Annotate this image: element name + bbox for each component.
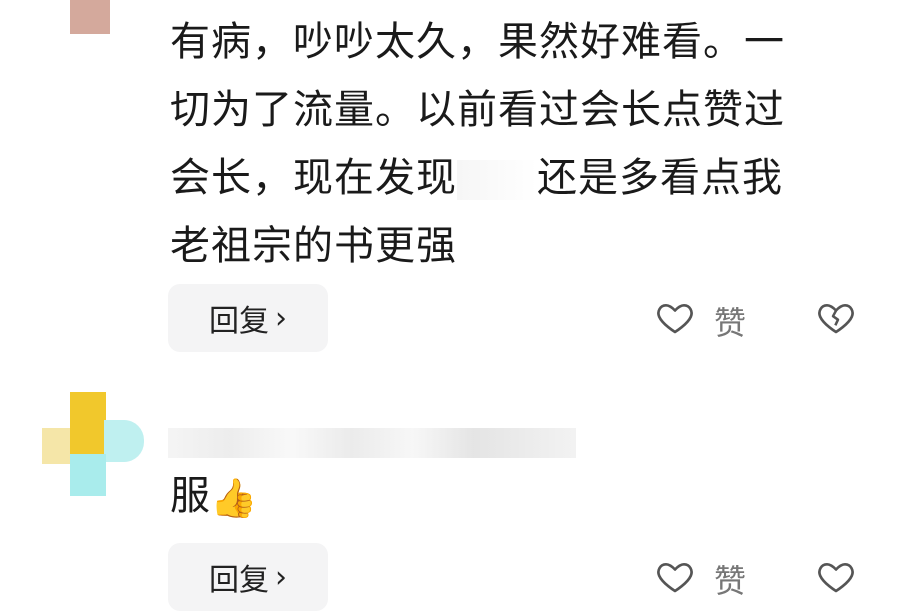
reply-label: 回复 (209, 304, 269, 339)
heart-outline-icon[interactable] (655, 556, 695, 596)
broken-heart-icon[interactable] (816, 297, 856, 337)
username-redacted[interactable] (168, 428, 576, 458)
comment-line: 会长，现在发现 还是多看点我 (170, 144, 890, 212)
like-label[interactable]: 赞 (714, 556, 746, 602)
reply-button[interactable]: 回复 › (168, 543, 328, 611)
comment-line-segment: 会长，现在发现 (170, 155, 457, 201)
reply-button[interactable]: 回复 › (168, 284, 328, 352)
comment-line-segment: 还是多看点我 (537, 155, 783, 201)
comment-body: 服 (170, 473, 210, 519)
heart-outline-icon[interactable] (655, 297, 695, 337)
chevron-right-icon: › (275, 300, 287, 336)
comment-text: 服👍 (170, 466, 257, 528)
chevron-right-icon: › (275, 559, 287, 595)
heart-outline-icon[interactable] (816, 556, 856, 596)
redacted-mask (457, 160, 537, 200)
thumbs-up-emoji: 👍 (210, 476, 258, 520)
comment-line: 老祖宗的书更强 (170, 223, 457, 269)
comment-line: 有病，吵吵太久，果然好难看。一 (170, 19, 785, 65)
comment-text: 有病，吵吵太久，果然好难看。一 切为了流量。以前看过会长点赞过 会长，现在发现 还… (170, 8, 890, 280)
like-label[interactable]: 赞 (714, 298, 746, 344)
comment-line: 切为了流量。以前看过会长点赞过 (170, 87, 785, 133)
reply-label: 回复 (209, 563, 269, 598)
avatar[interactable] (42, 392, 147, 504)
avatar[interactable] (60, 0, 132, 36)
